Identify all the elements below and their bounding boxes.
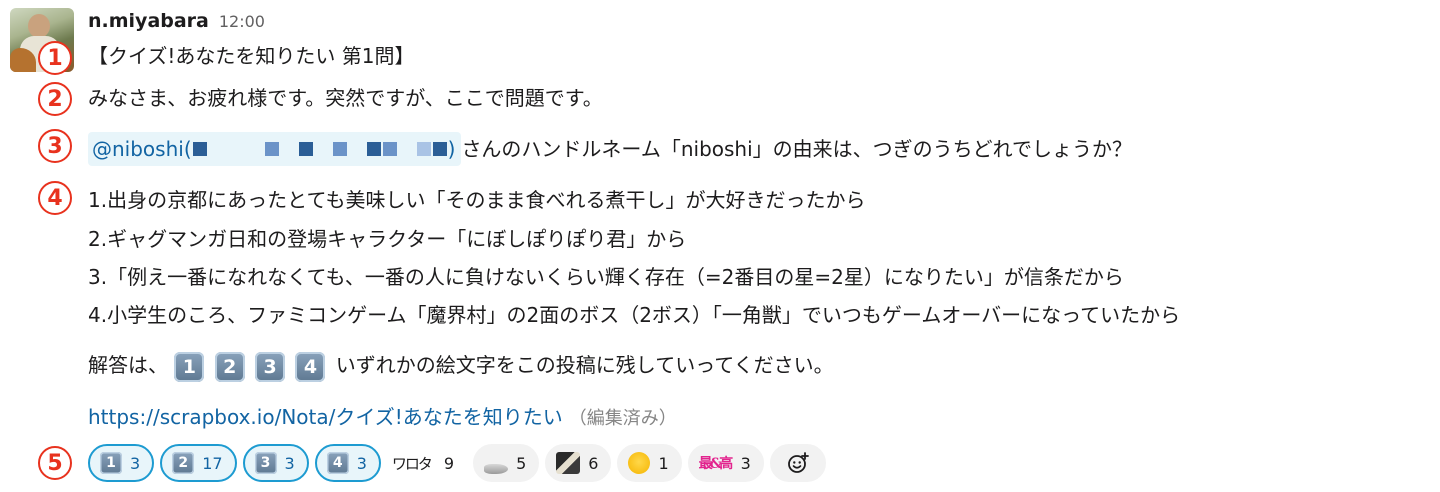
option-4: 4.小学生のころ、ファミコンゲーム「魔界村」の2面のボス（2ボス）「一角獣」でい… — [88, 303, 1181, 327]
joy-icon — [628, 452, 651, 474]
redaction-block — [332, 142, 347, 156]
dried-fish-icon — [484, 464, 509, 474]
reaction-keycap-2[interactable]: 2 17 — [160, 444, 237, 482]
reaction-count: 3 — [284, 453, 295, 473]
custom-pink-text-icon: 最&高 — [698, 456, 734, 472]
redaction-block — [366, 142, 381, 156]
annotation-marker-5: 5 — [38, 446, 72, 480]
reaction-keycap-3[interactable]: 3 3 — [242, 444, 309, 482]
redaction-block — [382, 142, 397, 156]
message-title: 【クイズ!あなたを知りたい 第1問】 — [88, 44, 415, 68]
keycap-3-emoji: 3 — [255, 351, 286, 382]
mention-handle: @niboshi( — [92, 137, 192, 161]
redaction-block — [192, 142, 207, 156]
reaction-count: 3 — [740, 453, 751, 473]
option-3: 3.「例え一番になれなくても、一番の人に負けないくらい輝く存在（=2番目の星=2… — [88, 265, 1124, 289]
reaction-bar: 1 3 2 17 3 3 4 3 ワロタ 9 5 6 1 最&高 3 — [88, 444, 826, 482]
keycap-4-icon: 4 — [326, 452, 349, 474]
edited-label: （編集済み） — [568, 408, 677, 429]
redaction-block — [416, 142, 431, 156]
timestamp[interactable]: 12:00 — [219, 12, 265, 31]
mention-close: ) — [447, 137, 456, 161]
annotation-marker-1: 1 — [38, 41, 72, 75]
keycap-1-emoji: 1 — [174, 351, 205, 382]
reaction-count: 3 — [130, 453, 141, 473]
username[interactable]: n.miyabara — [88, 10, 209, 32]
keycap-1-icon: 1 — [100, 452, 122, 474]
answer-suffix: いずれかの絵文字をこの投稿に残していってください。 — [335, 353, 834, 377]
user-mention[interactable]: @niboshi( ) — [88, 132, 462, 166]
add-reaction-button[interactable] — [769, 444, 826, 482]
answer-prefix: 解答は、 — [88, 353, 168, 377]
link-line: https://scrapbox.io/Nota/クイズ!あなたを知りたい （編集… — [88, 403, 677, 433]
custom-photo-icon — [556, 452, 581, 474]
message-header: n.miyabara 12:00 — [88, 10, 265, 32]
message-question: @niboshi( ) さんのハンドルネーム「niboshi」の由来は、つぎのう… — [88, 132, 1132, 166]
reaction-count: 6 — [588, 453, 599, 473]
reaction-count: 3 — [356, 453, 367, 473]
message-greeting: みなさま、お疲れ様です。突然ですが、ここで問題です。 — [88, 86, 603, 110]
keycap-2-emoji: 2 — [214, 351, 245, 382]
annotation-marker-4: 4 — [38, 181, 72, 215]
question-text: さんのハンドルネーム「niboshi」の由来は、つぎのうちどれでしょうか？ — [461, 137, 1133, 161]
answer-instruction: 解答は、 1 2 3 4 いずれかの絵文字をこの投稿に残していってください。 — [88, 351, 834, 382]
reaction-count: 5 — [516, 453, 527, 473]
scrapbox-link[interactable]: https://scrapbox.io/Nota/クイズ!あなたを知りたい — [88, 405, 563, 429]
keycap-2-icon: 2 — [172, 452, 195, 474]
annotation-marker-3: 3 — [38, 129, 72, 163]
reaction-count: 17 — [202, 453, 223, 473]
redaction-block — [298, 142, 313, 156]
add-reaction-icon — [787, 452, 809, 473]
reaction-joy[interactable]: 1 — [617, 444, 682, 482]
reaction-keycap-1[interactable]: 1 3 — [88, 444, 155, 482]
reaction-custom-kanji[interactable]: ワロタ 9 — [386, 444, 468, 482]
keycap-3-icon: 3 — [254, 452, 277, 474]
custom-kanji-emoji-icon: ワロタ — [391, 454, 433, 473]
reaction-dried-fish[interactable]: 5 — [473, 444, 540, 482]
reaction-custom-photo[interactable]: 6 — [545, 444, 612, 482]
reaction-count: 1 — [658, 453, 669, 473]
reaction-custom-pink-text[interactable]: 最&高 3 — [687, 444, 764, 482]
redaction-block — [264, 142, 279, 156]
option-2: 2.ギャグマンガ日和の登場キャラクター「にぼしぽりぽり君」から — [88, 227, 687, 251]
avatar-face — [28, 14, 50, 38]
reaction-keycap-4[interactable]: 4 3 — [314, 444, 381, 482]
keycap-4-emoji: 4 — [295, 351, 326, 382]
option-1: 1.出身の京都にあったとても美味しい「そのまま食べれる煮干し」が大好きだったから — [88, 188, 866, 212]
redaction-block — [432, 142, 447, 156]
annotation-marker-2: 2 — [38, 82, 72, 116]
reaction-count: 9 — [443, 453, 455, 473]
